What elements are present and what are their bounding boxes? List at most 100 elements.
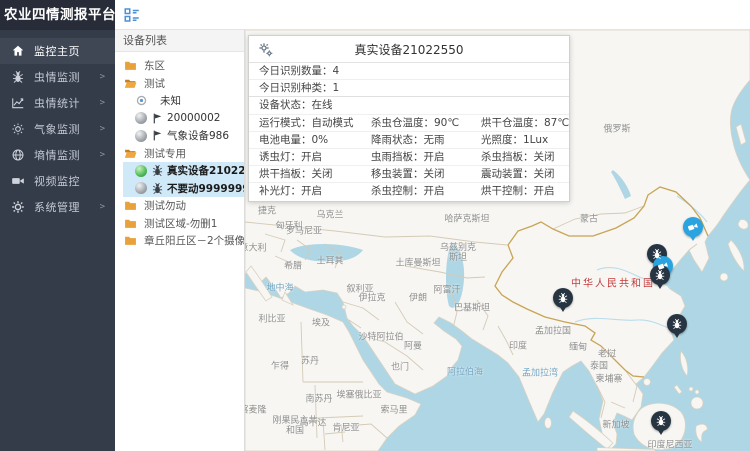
chart-icon (11, 96, 25, 110)
popup-grid-cell: 烘干挡板：关闭 (249, 166, 361, 182)
insect-trap-icon (151, 182, 164, 195)
sidebar-item-label: 虫情统计 (34, 95, 80, 111)
tree-item-label: 章丘阳丘区－2个摄像头 (144, 233, 245, 248)
chevron-right-icon: > (100, 202, 105, 212)
sidebar-item-2[interactable]: 虫情监测 > (0, 64, 115, 90)
popup-status-row: 设备状态：在线 (249, 97, 569, 114)
sidebar-item-label: 虫情监测 (34, 69, 80, 85)
tree-device[interactable]: 20000002 (115, 110, 244, 128)
tree-folder[interactable]: 测试 (115, 75, 244, 93)
sidebar-nav: 监控主页 虫情监测 > 虫情统计 > 气象监测 > 墒情监测 > 视频监控 系统管理 > (0, 30, 115, 451)
sidebar-item-label: 视频监控 (34, 173, 80, 189)
popup-grid-cell: 杀虫仓温度：90℃ (361, 115, 471, 131)
tree-device[interactable]: 气象设备986 (115, 127, 244, 145)
insect-trap-icon (151, 164, 164, 177)
map-canvas[interactable]: 俄罗斯蒙古哈萨克斯坦乌兹别克斯坦土库曼斯坦阿富汗巴基斯坦伊朗阿曼印度孟加拉国缅甸… (245, 30, 750, 451)
weather-station-icon (151, 129, 164, 142)
bug-icon (671, 318, 683, 330)
camera-device-marker[interactable] (683, 217, 703, 237)
home-icon (11, 44, 25, 58)
tree-item-label: 东区 (144, 58, 165, 73)
popup-grid-cell: 烘干仓温度：87℃ (471, 115, 569, 131)
unknown-device-icon (135, 94, 148, 107)
tree-item-label: 测试 (144, 76, 165, 91)
tree-item-label: 气象设备986 (167, 128, 229, 143)
tree-item-label: 测试专用 (144, 146, 186, 161)
app-window: 农业四情测报平台 监控主页 虫情监测 > 虫情统计 > (0, 0, 750, 451)
sidebar-item-6[interactable]: 视频监控 (0, 168, 115, 194)
popup-grid-cell: 电池电量：0% (249, 132, 361, 148)
tree-folder[interactable]: 测试勿动 (115, 197, 244, 215)
folder-closed-icon (124, 217, 137, 230)
chevron-right-icon: > (100, 124, 105, 134)
bug-icon (655, 415, 667, 427)
status-dot-offline (135, 182, 147, 194)
insect-device-marker[interactable] (553, 288, 573, 308)
insect-device-marker[interactable] (651, 411, 671, 431)
sidebar-item-label: 监控主页 (34, 43, 80, 59)
tree-device[interactable]: 不要动99999999 (123, 180, 244, 198)
tree-item-label: 真实设备21022550 (167, 163, 245, 178)
popup-grid-cell: 移虫装置：关闭 (361, 166, 471, 182)
popup-grid-cell: 光照度：1Lux (471, 132, 569, 148)
tree-folder[interactable]: 测试专用 (115, 145, 244, 163)
folder-closed-icon (124, 199, 137, 212)
sidebar-item-3[interactable]: 虫情统计 > (0, 90, 115, 116)
popup-grid-cell: 杀虫挡板：关闭 (471, 149, 569, 165)
folder-open-icon (124, 147, 137, 160)
bug-icon (651, 248, 663, 260)
insect-device-marker[interactable] (667, 314, 687, 334)
layout-list-icon[interactable] (123, 6, 141, 24)
popup-grid-cell: 虫雨挡板：开启 (361, 149, 471, 165)
tree-folder[interactable]: 测试区域-勿删1 (115, 215, 244, 233)
tree-item-label: 测试区域-勿删1 (144, 216, 217, 231)
popup-grid-cell: 补光灯：开启 (249, 183, 361, 200)
sidebar-item-1[interactable]: 监控主页 (0, 38, 115, 64)
tree-item-label: 不要动99999999 (167, 181, 245, 196)
camera-icon (687, 221, 699, 233)
folder-open-icon (124, 77, 137, 90)
popup-grid-row: 烘干挡板：关闭移虫装置：关闭震动装置：关闭 (249, 166, 569, 183)
top-toolbar (115, 0, 750, 30)
device-info-popup: 真实设备21022550 今日识别数量：4今日识别种类：1设备状态：在线运行模式… (248, 35, 570, 202)
device-tree: 东区 测试未知 20000002 气象设备986 测试专用 真实设备21022550… (115, 52, 244, 250)
device-list-header: 设备列表 (115, 30, 244, 52)
tree-folder[interactable]: 东区 (115, 57, 244, 75)
bug-icon (654, 269, 666, 281)
chevron-right-icon: > (100, 98, 105, 108)
weather-station-icon (151, 112, 164, 125)
globe-icon (11, 148, 25, 162)
chevron-right-icon: > (100, 72, 105, 82)
gear-icon (11, 200, 25, 214)
status-dot-online (135, 165, 147, 177)
popup-grid-row: 运行模式：自动模式杀虫仓温度：90℃烘干仓温度：87℃ (249, 115, 569, 132)
tree-item-label: 测试勿动 (144, 198, 186, 213)
sidebar-item-5[interactable]: 墒情监测 > (0, 142, 115, 168)
sidebar-item-4[interactable]: 气象监测 > (0, 116, 115, 142)
popup-grid-row: 补光灯：开启杀虫控制：开启烘干控制：开启 (249, 183, 569, 200)
popup-stat-row: 今日识别种类：1 (249, 80, 569, 97)
video-icon (11, 174, 25, 188)
app-title: 农业四情测报平台 (0, 0, 115, 30)
sidebar-item-label: 系统管理 (34, 199, 80, 215)
device-list-panel: 设备列表 东区 测试未知 20000002 气象设备986 测试专用 真实设备210… (115, 30, 245, 451)
popup-header: 真实设备21022550 (249, 36, 569, 63)
tree-device[interactable]: 真实设备21022550 (123, 162, 244, 180)
sidebar-item-7[interactable]: 系统管理 > (0, 194, 115, 220)
gears-icon[interactable] (258, 42, 274, 58)
tree-item-label: 20000002 (167, 112, 220, 124)
sidebar-item-label: 墒情监测 (34, 147, 80, 163)
popup-grid-row: 诱虫灯：开启虫雨挡板：开启杀虫挡板：关闭 (249, 149, 569, 166)
status-dot-offline (135, 130, 147, 142)
bug-icon (11, 70, 25, 84)
sidebar-item-label: 气象监测 (34, 121, 80, 137)
popup-grid-row: 电池电量：0%降雨状态：无雨光照度：1Lux (249, 132, 569, 149)
popup-grid-cell: 杀虫控制：开启 (361, 183, 471, 200)
tree-device[interactable]: 未知 (115, 92, 244, 110)
folder-closed-icon (124, 234, 137, 247)
popup-grid-cell: 降雨状态：无雨 (361, 132, 471, 148)
folder-closed-icon (124, 59, 137, 72)
chevron-right-icon: > (100, 150, 105, 160)
status-dot-offline (135, 112, 147, 124)
tree-folder[interactable]: 章丘阳丘区－2个摄像头 (115, 232, 244, 250)
